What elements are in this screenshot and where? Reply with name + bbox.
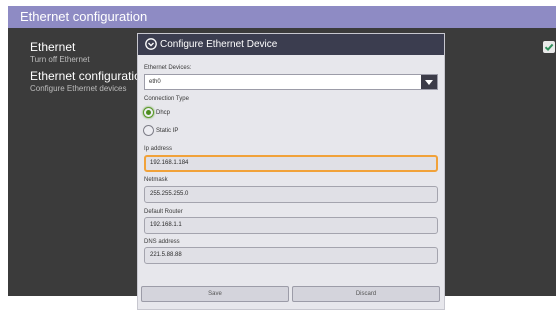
- settings-item-title: Ethernet configuration: [30, 69, 148, 83]
- netmask-label: Netmask: [144, 177, 168, 183]
- radio-static-ip-indicator[interactable]: [143, 125, 154, 136]
- window-title: Ethernet configuration: [20, 9, 148, 24]
- settings-item-subtitle: Turn off Ethernet: [30, 55, 90, 64]
- radio-selected-dot: [146, 110, 151, 115]
- chevron-circle-icon: [145, 38, 157, 50]
- settings-item-ethernet-configuration[interactable]: Ethernet configuration Configure Etherne…: [30, 69, 147, 94]
- save-button[interactable]: Save: [141, 286, 289, 302]
- device-select-value: eth0: [149, 79, 161, 85]
- dns-address-label: DNS address: [144, 239, 180, 245]
- connection-type-label: Connection Type: [144, 96, 189, 102]
- checkmark-icon: [544, 43, 554, 52]
- netmask-field[interactable]: 255.255.255.0: [144, 186, 438, 203]
- device-select[interactable]: eth0: [144, 74, 438, 90]
- settings-item-title: Ethernet: [30, 40, 76, 54]
- radio-dhcp[interactable]: Dhcp: [143, 107, 170, 118]
- ip-address-value: 192.168.1.184: [150, 160, 189, 166]
- settings-item-subtitle: Configure Ethernet devices: [30, 84, 127, 93]
- radio-dhcp-indicator[interactable]: [143, 107, 154, 118]
- radio-static-ip[interactable]: Static IP: [143, 125, 178, 136]
- default-router-label: Default Router: [144, 209, 183, 215]
- settings-list: Ethernet Turn off Ethernet Ethernet conf…: [30, 40, 147, 98]
- dialog-title: Configure Ethernet Device: [160, 39, 278, 50]
- discard-button-label: Discard: [355, 291, 377, 297]
- default-router-field[interactable]: 192.168.1.1: [144, 217, 438, 234]
- dialog-header: Configure Ethernet Device: [138, 34, 444, 55]
- dns-address-value: 221.5.88.88: [150, 252, 182, 258]
- settings-item-ethernet[interactable]: Ethernet Turn off Ethernet: [30, 40, 147, 65]
- radio-static-ip-label: Static IP: [156, 127, 179, 134]
- default-router-value: 192.168.1.1: [150, 222, 182, 228]
- save-button-label: Save: [208, 291, 222, 297]
- netmask-value: 255.255.255.0: [150, 191, 189, 197]
- ip-address-label: Ip address: [144, 146, 173, 152]
- chevron-down-icon: [425, 79, 433, 85]
- configure-ethernet-dialog: Configure Ethernet Device Ethernet Devic…: [137, 33, 445, 310]
- discard-button[interactable]: Discard: [292, 286, 440, 302]
- title-bar: Ethernet configuration: [8, 6, 556, 28]
- radio-dhcp-label: Dhcp: [156, 109, 171, 116]
- dropdown-button[interactable]: [421, 75, 437, 89]
- ip-address-field[interactable]: 192.168.1.184: [144, 155, 438, 172]
- ethernet-enable-checkbox[interactable]: [543, 41, 555, 53]
- dns-address-field[interactable]: 221.5.88.88: [144, 247, 438, 264]
- devices-label: Ethernet Devices:: [144, 65, 192, 71]
